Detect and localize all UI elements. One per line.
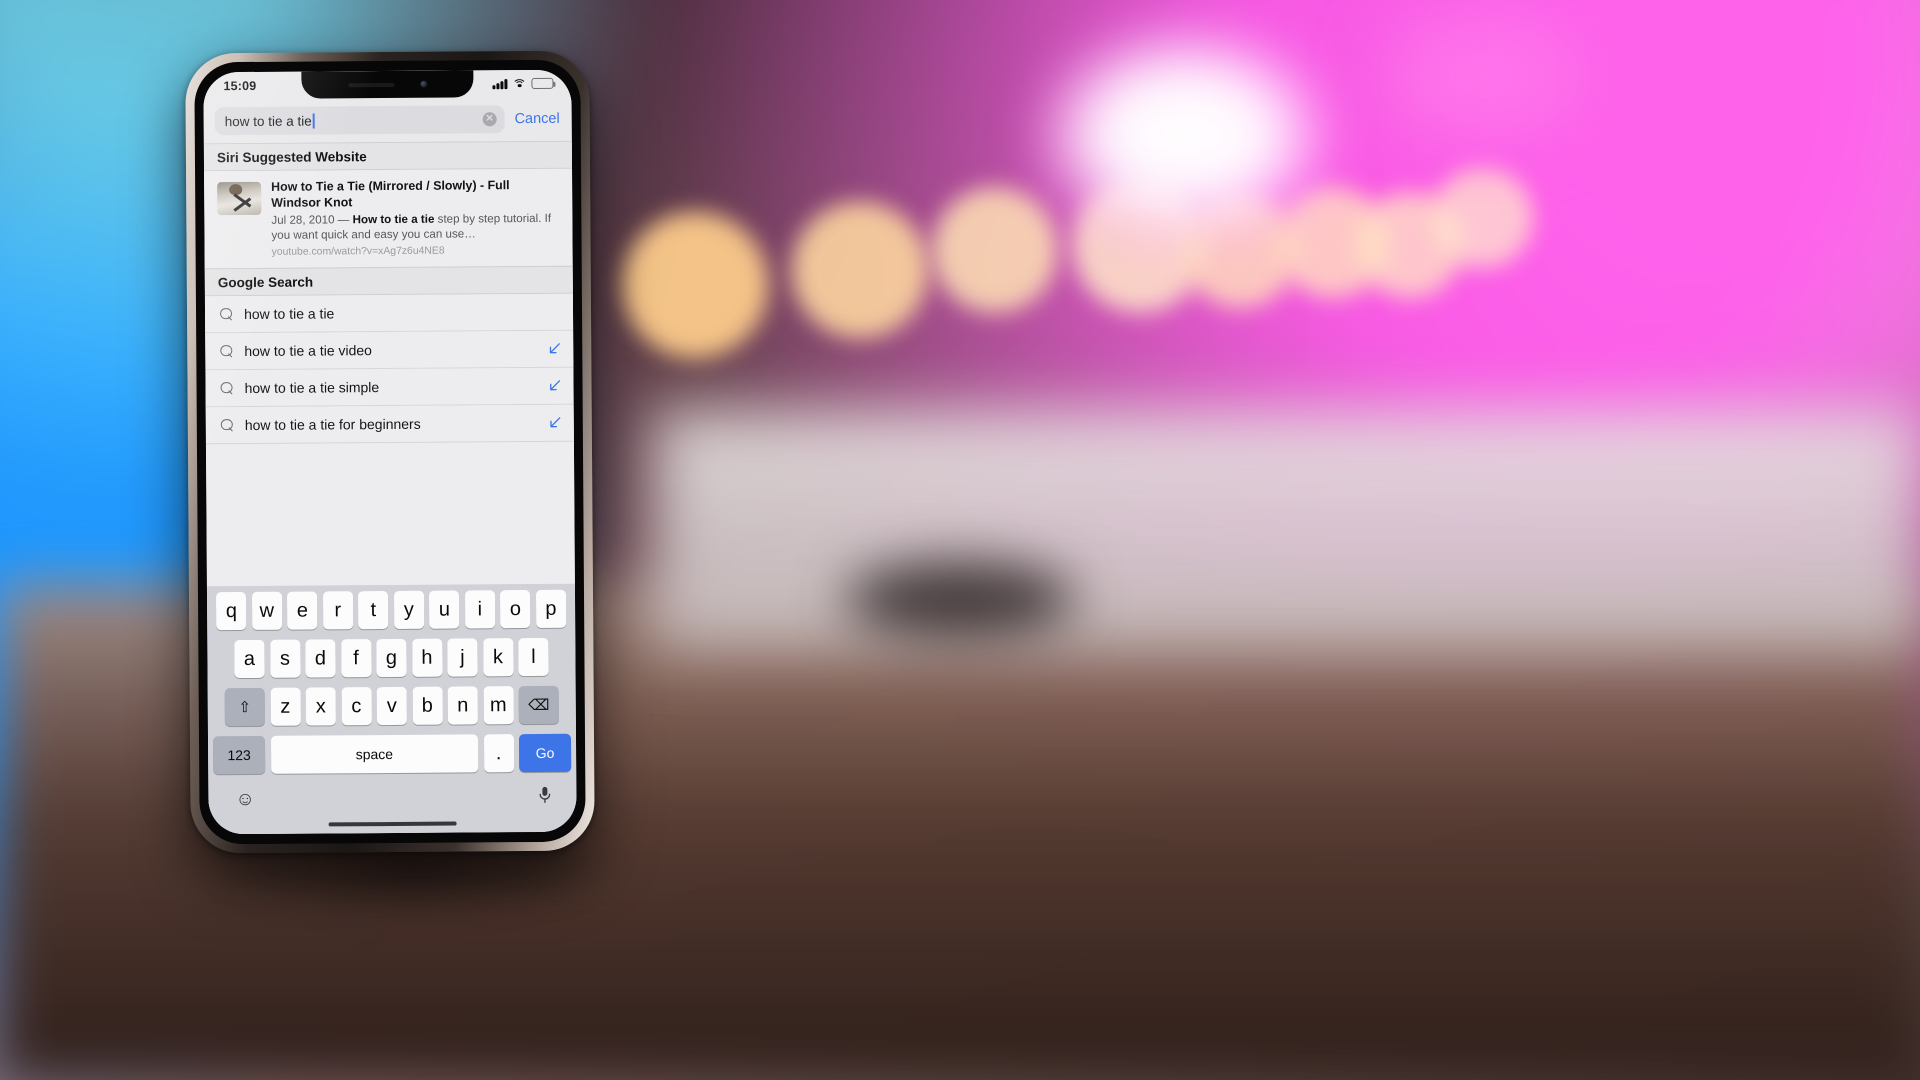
keyboard-row-3: ⇧ z x c v b n m ⌫ — [211, 685, 573, 727]
cellular-signal-icon — [492, 78, 508, 89]
suggestion-label: how to tie a tie video — [244, 342, 372, 360]
bokeh-light — [620, 210, 770, 360]
key-u[interactable]: u — [429, 590, 460, 629]
key-l[interactable]: l — [518, 637, 549, 677]
key-v[interactable]: v — [376, 686, 407, 726]
key-s[interactable]: s — [269, 639, 301, 678]
iphone-mockup: 15:09 how to tie a tie ✕ Cancel Siri Sug… — [185, 50, 628, 922]
period-key[interactable]: . — [483, 734, 514, 773]
key-w[interactable]: w — [251, 591, 282, 630]
phone-screen: 15:09 how to tie a tie ✕ Cancel Siri Sug… — [203, 69, 577, 835]
bokeh-light — [790, 200, 930, 340]
go-key[interactable]: Go — [518, 733, 572, 773]
shift-key[interactable]: ⇧ — [224, 687, 265, 727]
space-key[interactable]: space — [270, 734, 479, 774]
numbers-key[interactable]: 123 — [212, 735, 266, 775]
background-shelf — [652, 410, 1920, 648]
key-g[interactable]: g — [376, 638, 407, 678]
keyboard-row-4: 123 space . Go — [211, 733, 573, 775]
key-c[interactable]: c — [341, 687, 372, 726]
key-e[interactable]: e — [287, 591, 318, 630]
key-r[interactable]: r — [322, 591, 353, 630]
siri-section-header: Siri Suggested Website — [203, 140, 573, 172]
key-j[interactable]: j — [447, 638, 478, 677]
cancel-button[interactable]: Cancel — [514, 111, 559, 127]
key-h[interactable]: h — [411, 638, 443, 677]
search-input-value: how to tie a tie — [224, 113, 312, 129]
result-description: Jul 28, 2010 — How to tie a tie step by … — [271, 211, 560, 243]
suggestion-row[interactable]: how to tie a tie — [204, 294, 574, 334]
key-o[interactable]: o — [500, 590, 531, 629]
search-input[interactable]: how to tie a tie ✕ — [214, 105, 505, 136]
key-n[interactable]: n — [447, 686, 478, 725]
battery-icon — [531, 78, 554, 89]
bokeh-light — [930, 185, 1060, 315]
fill-suggestion-arrow-icon[interactable] — [547, 379, 561, 393]
desc-prefix: Jul 28, 2010 — — [271, 213, 353, 228]
key-b[interactable]: b — [412, 686, 443, 725]
background-shelf-shadow — [844, 561, 1076, 638]
suggestion-label: how to tie a tie — [243, 305, 335, 323]
key-f[interactable]: f — [340, 639, 372, 678]
suggestion-row[interactable]: how to tie a tie video — [205, 331, 574, 371]
bokeh-light — [1040, 30, 1330, 240]
backspace-key[interactable]: ⌫ — [518, 685, 559, 725]
status-time: 15:09 — [223, 78, 257, 93]
search-icon — [221, 382, 234, 395]
fill-suggestion-arrow-icon[interactable] — [547, 342, 561, 356]
key-q[interactable]: q — [216, 592, 247, 631]
key-i[interactable]: i — [464, 590, 495, 629]
phone-frame: 15:09 how to tie a tie ✕ Cancel Siri Sug… — [185, 50, 595, 854]
search-icon — [220, 345, 233, 358]
key-a[interactable]: a — [234, 639, 265, 679]
on-screen-keyboard[interactable]: q w e r t y u i o p a s d f g h j k l ⇧ … — [206, 583, 577, 835]
search-icon — [221, 419, 234, 432]
keyboard-row-2: a s d f g h j k l — [210, 637, 572, 679]
siri-suggested-result[interactable]: How to Tie a Tie (Mirrored / Slowly) - F… — [204, 168, 573, 269]
microphone-icon[interactable] — [538, 786, 551, 808]
key-k[interactable]: k — [482, 638, 514, 677]
result-title: How to Tie a Tie (Mirrored / Slowly) - F… — [271, 178, 510, 210]
suggestion-row[interactable]: how to tie a tie simple — [205, 368, 574, 408]
fill-suggestion-arrow-icon[interactable] — [548, 416, 562, 430]
phone-bezel: 15:09 how to tie a tie ✕ Cancel Siri Sug… — [194, 59, 586, 845]
result-thumbnail — [217, 181, 262, 216]
search-icon — [220, 308, 233, 321]
key-t[interactable]: t — [358, 591, 389, 630]
emoji-icon[interactable]: ☺ — [235, 788, 255, 809]
key-m[interactable]: m — [483, 686, 514, 725]
result-text-block: How to Tie a Tie (Mirrored / Slowly) - F… — [271, 178, 561, 258]
bokeh-light — [1370, 0, 1600, 150]
browser-search-bar: how to tie a tie ✕ Cancel — [203, 96, 572, 144]
key-z[interactable]: z — [270, 687, 301, 726]
text-cursor — [312, 113, 315, 129]
keyboard-bottom-bar: ☺ — [211, 780, 573, 817]
key-x[interactable]: x — [305, 687, 336, 726]
bokeh-light — [1430, 165, 1535, 270]
device-notch — [301, 70, 474, 99]
suggestion-label: how to tie a tie for beginners — [244, 416, 421, 434]
wifi-icon — [512, 78, 527, 93]
result-url: youtube.com/watch?v=xAg7z6u4NE8 — [271, 245, 445, 259]
clear-search-icon[interactable]: ✕ — [482, 112, 497, 127]
key-p[interactable]: p — [535, 589, 566, 628]
earpiece-speaker-icon — [347, 82, 394, 87]
front-camera-icon — [419, 80, 427, 88]
key-d[interactable]: d — [305, 639, 336, 678]
key-y[interactable]: y — [393, 590, 424, 629]
google-section-header: Google Search — [204, 266, 573, 297]
suggestion-label: how to tie a tie simple — [244, 379, 380, 397]
desc-highlight: How to tie a tie — [352, 212, 435, 227]
suggestion-row[interactable]: how to tie a tie for beginners — [205, 405, 574, 445]
home-indicator[interactable] — [211, 813, 574, 835]
keyboard-row-1: q w e r t y u i o p — [210, 589, 572, 631]
search-results-list[interactable]: Siri Suggested Website How to Tie a Tie … — [203, 140, 575, 587]
status-icons — [492, 78, 554, 93]
